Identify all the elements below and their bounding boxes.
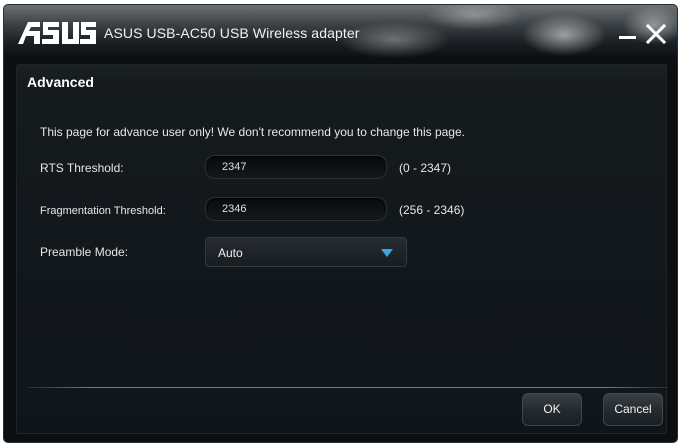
rts-threshold-input[interactable] — [205, 155, 387, 179]
app-window: ASUS USB-AC50 USB Wireless adapter Advan… — [4, 5, 677, 442]
cancel-button[interactable]: Cancel — [603, 393, 663, 426]
triangle-down-icon — [381, 249, 393, 257]
preamble-mode-label: Preamble Mode: — [40, 245, 129, 259]
fragmentation-threshold-range: (256 - 2346) — [399, 203, 465, 217]
advanced-panel: Advanced This page for advance user only… — [16, 64, 668, 434]
fragmentation-threshold-label: Fragmentation Threshold: — [40, 205, 166, 217]
close-icon — [645, 23, 667, 45]
fragmentation-threshold-input[interactable] — [205, 197, 387, 221]
close-button[interactable] — [644, 23, 668, 45]
title-bar: ASUS USB-AC50 USB Wireless adapter — [4, 5, 677, 59]
minimize-button[interactable] — [616, 23, 640, 45]
preamble-mode-select[interactable]: Auto — [205, 237, 407, 267]
rts-threshold-label: RTS Threshold: — [40, 161, 124, 175]
asus-logo — [18, 22, 96, 44]
warning-notice: This page for advance user only! We don'… — [40, 125, 465, 139]
section-title: Advanced — [27, 74, 94, 90]
divider — [28, 387, 668, 388]
preamble-mode-value: Auto — [218, 246, 243, 260]
minimize-icon — [619, 36, 636, 39]
window-title: ASUS USB-AC50 USB Wireless adapter — [104, 25, 360, 41]
rts-threshold-range: (0 - 2347) — [399, 161, 452, 175]
ok-button[interactable]: OK — [522, 393, 582, 426]
